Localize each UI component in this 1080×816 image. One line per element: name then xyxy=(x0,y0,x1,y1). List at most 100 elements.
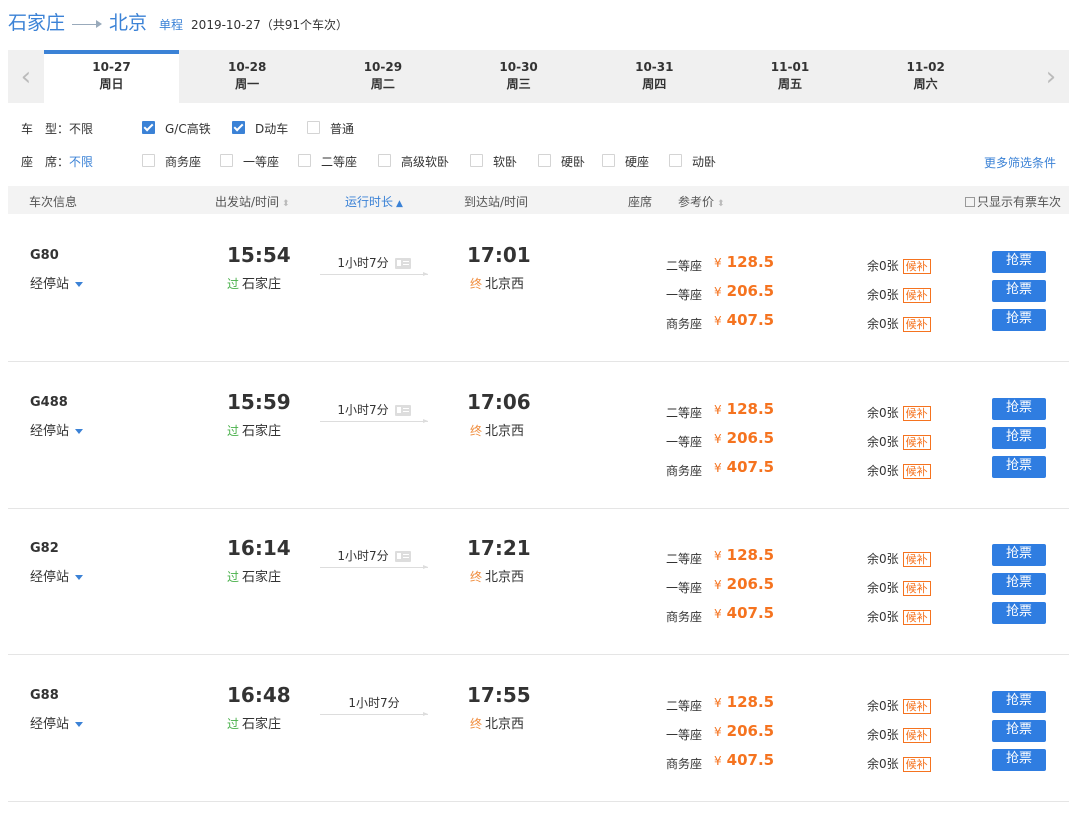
pass-tag: 过 xyxy=(227,570,240,584)
date-info: 2019-10-27（共91个车次） xyxy=(191,18,349,32)
seat-checkbox[interactable] xyxy=(470,154,483,167)
waitlist-badge[interactable]: 候补 xyxy=(902,259,931,274)
grab-ticket-button[interactable]: 抢票 xyxy=(992,280,1046,302)
waitlist-badge[interactable]: 候补 xyxy=(902,434,931,450)
grab-ticket-button[interactable]: 抢票 xyxy=(992,397,1046,420)
col-price[interactable]: 参考价 ⬍ xyxy=(678,193,725,210)
seat-option[interactable]: 二等座 xyxy=(298,153,357,170)
only-available-checkbox[interactable] xyxy=(965,196,975,207)
arrive-station: 终北京西 xyxy=(470,420,524,439)
stops-dropdown[interactable]: 经停站 xyxy=(30,273,84,292)
trip-type[interactable]: 单程 xyxy=(159,16,183,33)
duration: 1小时7分 xyxy=(320,547,428,564)
terminal-tag: 终 xyxy=(470,716,483,731)
remaining: 余0张 候补 xyxy=(867,315,931,332)
date-tab[interactable]: 11-02 周六 xyxy=(858,50,993,103)
waitlist-badge[interactable]: 候补 xyxy=(902,756,931,772)
only-available-toggle[interactable]: 只显示有票车次 xyxy=(965,193,1061,210)
grab-ticket-button[interactable]: 抢票 xyxy=(992,602,1046,624)
train-type-option[interactable]: 普通 xyxy=(307,120,354,137)
seat-checkbox[interactable] xyxy=(142,154,155,167)
waitlist-badge[interactable]: 候补 xyxy=(902,581,931,596)
seat-checkbox[interactable] xyxy=(602,154,615,167)
caret-down-icon xyxy=(75,721,84,727)
train-number[interactable]: G488 xyxy=(30,395,68,410)
seat-option-label: 硬座 xyxy=(625,155,650,169)
stops-dropdown[interactable]: 经停站 xyxy=(30,713,84,732)
train-number[interactable]: G80 xyxy=(30,248,59,263)
train-type-checkbox[interactable] xyxy=(232,121,245,134)
train-type-checkbox[interactable] xyxy=(142,121,155,134)
seat-checkbox[interactable] xyxy=(669,154,682,167)
seat-checkbox[interactable] xyxy=(298,154,311,167)
more-filters-link[interactable]: 更多筛选条件 xyxy=(984,154,1056,171)
date-tab-date: 10-31 xyxy=(635,60,674,74)
train-type-value[interactable]: 不限 xyxy=(69,122,93,136)
remaining-text: 余0张 xyxy=(867,756,899,771)
grab-ticket-button[interactable]: 抢票 xyxy=(992,251,1046,273)
price-value: 128.5 xyxy=(726,546,775,564)
date-tab[interactable]: 10-28 周一 xyxy=(180,50,315,103)
date-tab[interactable]: 11-01 周五 xyxy=(723,50,858,103)
depart-station-name: 石家庄 xyxy=(242,716,282,732)
stops-dropdown[interactable]: 经停站 xyxy=(30,566,84,585)
seat-option[interactable]: 软卧 xyxy=(470,153,517,170)
waitlist-badge[interactable]: 候补 xyxy=(902,317,931,332)
remaining-text: 余0张 xyxy=(867,259,899,273)
train-number[interactable]: G88 xyxy=(30,688,59,703)
grab-ticket-button[interactable]: 抢票 xyxy=(992,719,1046,742)
waitlist-badge[interactable]: 候补 xyxy=(902,727,931,743)
to-city[interactable]: 北京 xyxy=(109,8,147,35)
grab-ticket-button[interactable]: 抢票 xyxy=(992,309,1046,331)
grab-ticket-button[interactable]: 抢票 xyxy=(992,455,1046,478)
seat-name: 商务座 xyxy=(666,463,703,478)
col-duration[interactable]: 运行时长 ▲ xyxy=(345,193,403,210)
seat-option[interactable]: 商务座 xyxy=(142,153,201,170)
grab-ticket-button[interactable]: 抢票 xyxy=(992,426,1046,449)
duration-arrow-icon xyxy=(320,711,428,716)
train-number[interactable]: G82 xyxy=(30,541,59,556)
waitlist-badge[interactable]: 候补 xyxy=(902,463,931,479)
seat-value[interactable]: 不限 xyxy=(69,155,93,169)
grab-ticket-button[interactable]: 抢票 xyxy=(992,748,1046,771)
remaining: 余0张 候补 xyxy=(867,433,931,450)
train-type-option[interactable]: G/C高铁 xyxy=(142,120,211,137)
sort-icon: ⬍ xyxy=(282,199,290,209)
seat-checkbox[interactable] xyxy=(378,154,391,167)
seat-option[interactable]: 硬卧 xyxy=(538,153,585,170)
waitlist-badge[interactable]: 候补 xyxy=(902,698,931,714)
seat-checkbox[interactable] xyxy=(220,154,233,167)
duration-text: 1小时7分 xyxy=(337,549,389,563)
train-type-option[interactable]: D动车 xyxy=(232,120,288,137)
next-dates-chevron-icon[interactable]: › xyxy=(1033,50,1069,103)
remaining-text: 余0张 xyxy=(867,405,899,420)
seat-option[interactable]: 动卧 xyxy=(669,153,716,170)
seat-option[interactable]: 高级软卧 xyxy=(378,153,449,170)
col-depart[interactable]: 出发站/时间 ⬍ xyxy=(215,193,290,210)
yen-symbol: ¥ xyxy=(714,256,722,270)
seat-option[interactable]: 一等座 xyxy=(220,153,279,170)
waitlist-badge[interactable]: 候补 xyxy=(902,552,931,567)
prev-dates-chevron-icon[interactable]: ‹ xyxy=(8,50,44,103)
date-tab[interactable]: 10-27 周日 xyxy=(44,50,179,103)
date-tab-weekday: 周四 xyxy=(642,77,667,91)
from-city[interactable]: 石家庄 xyxy=(8,8,65,35)
date-tab[interactable]: 10-30 周三 xyxy=(451,50,586,103)
date-tab-weekday: 周一 xyxy=(235,77,260,91)
grab-ticket-button[interactable]: 抢票 xyxy=(992,544,1046,566)
seat-option-label: 软卧 xyxy=(493,155,518,169)
date-tab[interactable]: 10-31 周四 xyxy=(587,50,722,103)
stops-dropdown[interactable]: 经停站 xyxy=(30,420,84,439)
price-value: 407.5 xyxy=(726,750,775,769)
column-header: 车次信息 出发站/时间 ⬍ 运行时长 ▲ 到达站/时间 座席 参考价 ⬍ 只显示有票车… xyxy=(8,186,1069,214)
waitlist-badge[interactable]: 候补 xyxy=(902,405,931,421)
date-tab[interactable]: 10-29 周二 xyxy=(315,50,450,103)
seat-checkbox[interactable] xyxy=(538,154,551,167)
grab-ticket-button[interactable]: 抢票 xyxy=(992,690,1046,713)
waitlist-badge[interactable]: 候补 xyxy=(902,288,931,303)
seat-option[interactable]: 硬座 xyxy=(602,153,649,170)
col-duration-label: 运行时长 xyxy=(345,195,394,209)
train-type-checkbox[interactable] xyxy=(307,121,320,134)
waitlist-badge[interactable]: 候补 xyxy=(902,610,931,625)
grab-ticket-button[interactable]: 抢票 xyxy=(992,573,1046,595)
